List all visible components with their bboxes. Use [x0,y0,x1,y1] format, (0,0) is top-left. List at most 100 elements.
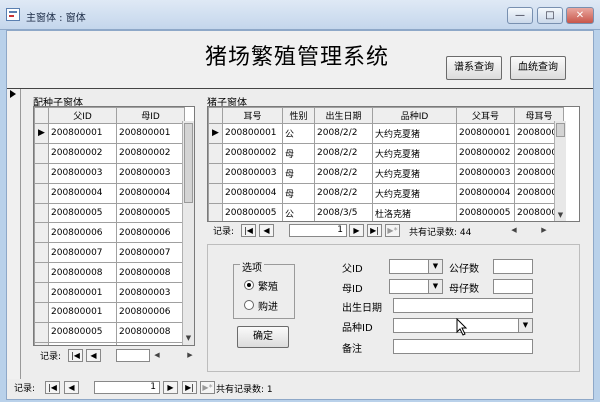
last-record-button[interactable]: ▶| [182,381,197,394]
table-row[interactable]: 200800008 200800008 [34,262,185,284]
column-header[interactable]: 耳号 [222,107,283,124]
table-row[interactable]: ▶ 200800001 200800001 [34,123,185,144]
table-cell[interactable]: 200800007 [48,242,117,264]
table-cell[interactable]: 200800005 [48,321,117,343]
table-row[interactable]: 200800003 200800003 [34,162,185,184]
table-cell[interactable]: 公 [282,123,315,144]
scroll-down-icon[interactable]: ▼ [183,334,194,342]
dropdown-arrow-icon[interactable]: ▼ [518,319,532,332]
table-cell[interactable]: 200800001 [48,282,117,304]
table-cell[interactable]: 2008/2/2 [314,182,373,204]
table-cell[interactable]: 200800002 [116,142,185,164]
row-selector[interactable] [34,142,49,164]
row-selector[interactable] [34,242,49,264]
table-row[interactable]: 200800001 200800003 [34,282,185,304]
new-record-button[interactable]: ▶* [200,381,215,394]
mother-id-select[interactable]: ▼ [389,279,443,294]
pedigree-query-button[interactable]: 谱系查询 [446,56,502,80]
female-piglet-input[interactable] [493,279,533,294]
confirm-button[interactable]: 确定 [237,326,289,348]
row-selector[interactable] [34,262,49,284]
row-selector[interactable] [208,142,223,164]
scroll-right-icon[interactable]: ▶ [185,351,195,359]
table-cell[interactable]: 母 [282,142,315,164]
table-cell[interactable]: 200800003 [116,282,185,304]
table-cell[interactable]: 200800003 [48,162,117,184]
table-cell[interactable]: 200800005 [456,202,515,221]
table-cell[interactable]: 200800019 [48,341,117,345]
table-cell[interactable]: 200800001 [116,123,185,144]
table-cell[interactable]: 200800002 [456,142,515,164]
table-row[interactable]: 200800007 200800007 [34,242,185,264]
table-cell[interactable]: 200800006 [116,302,185,323]
maximize-button[interactable]: □ [537,7,563,24]
record-number-input[interactable] [116,349,150,362]
bloodline-query-button[interactable]: 血统查询 [510,56,566,80]
current-row-icon[interactable]: ▶ [208,123,223,144]
form-record-selector[interactable] [7,89,21,379]
table-cell[interactable]: 200800003 [116,162,185,184]
table-cell[interactable]: 200800008 [116,321,185,343]
last-record-button[interactable]: ▶| [367,224,382,237]
column-header[interactable]: 父耳号 [456,107,515,124]
table-cell[interactable]: 200800004 [222,182,283,204]
table-row[interactable]: ▶ 200800001 公 2008/2/2 大约克夏猪 200800001 2008000… [208,123,564,144]
table-cell[interactable]: 200800001 [456,123,515,144]
table-row[interactable]: 200800005 200800005 [34,202,185,224]
first-record-button[interactable]: |◀ [45,381,60,394]
table-cell[interactable]: 200800004 [456,182,515,204]
table-cell[interactable]: 200800008 [48,262,117,284]
table-cell[interactable]: 200800005 [116,202,185,224]
table-cell[interactable]: 2008/2/2 [314,142,373,164]
table-cell[interactable]: 200800003 [222,162,283,184]
pig-vertical-scrollbar[interactable]: ▼ [554,121,566,221]
row-selector[interactable] [34,162,49,184]
table-cell[interactable]: 200800002 [222,142,283,164]
table-cell[interactable]: 200800004 [48,182,117,204]
table-cell[interactable]: 200800001 [222,123,283,144]
prev-record-button[interactable]: ◀ [64,381,79,394]
column-header[interactable]: 出生日期 [314,107,373,124]
row-selector[interactable] [34,282,49,304]
dropdown-arrow-icon[interactable]: ▼ [428,260,442,273]
table-cell[interactable]: 200800007 [116,242,185,264]
column-header[interactable]: 母ID [116,107,185,124]
table-cell[interactable]: 2008/2/2 [314,162,373,184]
table-cell[interactable]: 母 [282,182,315,204]
prev-record-button[interactable]: ◀ [259,224,274,237]
table-cell[interactable]: 大约克夏猪 [372,123,457,144]
current-row-icon[interactable]: ▶ [34,123,49,144]
breed-radio[interactable] [244,280,254,290]
scroll-thumb[interactable] [184,123,193,203]
table-row[interactable]: 200800002 200800002 [34,142,185,164]
row-selector[interactable] [34,182,49,204]
table-cell[interactable]: 200800001 [48,302,117,323]
row-selector[interactable] [208,182,223,204]
table-cell[interactable]: 200800001 [48,123,117,144]
row-selector[interactable] [34,321,49,343]
table-row[interactable]: 200800019200800004 [34,341,185,345]
first-record-button[interactable]: |◀ [68,349,83,362]
table-row[interactable]: 200800001 200800006 [34,302,185,323]
table-cell[interactable]: 200800005 [222,202,283,221]
row-selector[interactable] [34,202,49,224]
table-cell[interactable]: 200800002 [48,142,117,164]
row-selector[interactable] [34,341,49,345]
row-selector[interactable] [34,302,49,323]
table-cell[interactable]: 200800003 [456,162,515,184]
table-cell[interactable]: 200800004 [116,341,185,345]
male-piglet-input[interactable] [493,259,533,274]
minimize-button[interactable]: — [507,7,533,24]
dropdown-arrow-icon[interactable]: ▼ [428,280,442,293]
table-row[interactable]: 200800004 200800004 [34,182,185,204]
next-record-button[interactable]: ▶ [349,224,364,237]
close-button[interactable]: ✕ [566,7,594,24]
row-selector[interactable] [34,222,49,244]
column-header[interactable]: 性别 [282,107,315,124]
table-row[interactable]: 200800005 公 2008/3/5 杜洛克猪 200800005 20080000 [208,202,564,221]
table-cell[interactable]: 杜洛克猪 [372,202,457,221]
table-cell[interactable]: 200800005 [48,202,117,224]
row-selector[interactable] [208,202,223,221]
scroll-right-icon[interactable]: ▶ [539,226,549,234]
record-number-input[interactable]: 1 [289,224,347,237]
